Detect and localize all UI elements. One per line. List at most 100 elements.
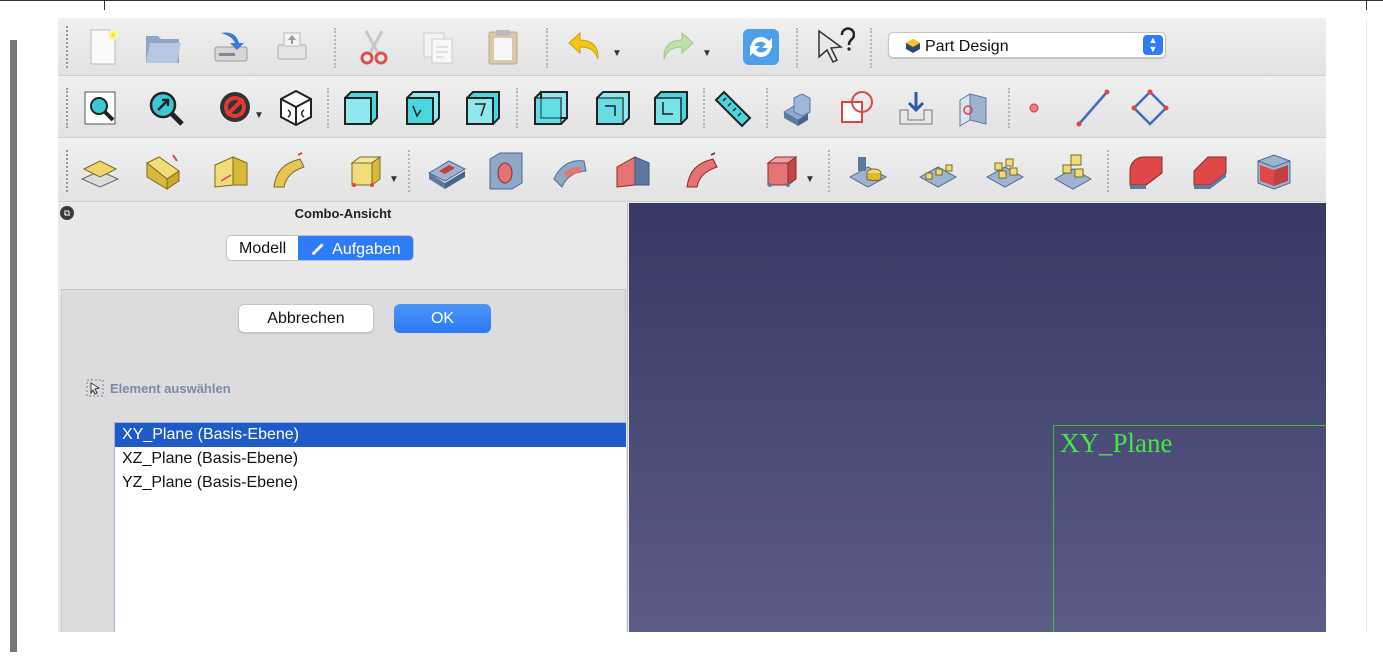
toolbar-separator: [334, 28, 336, 68]
tab-model[interactable]: Modell: [227, 236, 298, 260]
cancel-button[interactable]: Abbrechen: [238, 304, 374, 333]
3d-viewport[interactable]: XY_Plane: [629, 203, 1326, 632]
select-element-icon: [86, 379, 104, 397]
additive-primitive-dropdown-icon[interactable]: ▼: [389, 174, 399, 185]
draw-style-dropdown-icon[interactable]: ▼: [254, 110, 264, 121]
print-icon[interactable]: [272, 27, 312, 67]
partdesign-toolbar: ▼ ▼: [58, 138, 1326, 202]
toolbar-separator: [870, 28, 872, 68]
toolbar-grip[interactable]: [66, 26, 69, 68]
multi-transform-icon[interactable]: [1053, 151, 1093, 191]
top-view-icon[interactable]: [403, 88, 443, 128]
ok-button[interactable]: OK: [394, 304, 491, 333]
draft-icon[interactable]: [1254, 151, 1294, 191]
list-item-yz-plane[interactable]: YZ_Plane (Basis-Ebene): [115, 471, 626, 495]
line-icon[interactable]: [1073, 88, 1113, 128]
workbench-label: Part Design: [925, 38, 1009, 55]
paste-icon[interactable]: [483, 27, 523, 67]
toolbar-separator: [796, 28, 798, 68]
toolbar-separator: [516, 88, 518, 128]
file-toolbar: ▼ ▼ Part Design ▲ ▼: [58, 18, 1326, 76]
chamfer-icon[interactable]: [1190, 151, 1230, 191]
isometric-view-icon[interactable]: [276, 88, 316, 128]
redo-icon[interactable]: [656, 27, 696, 67]
page-top-border: [0, 0, 1383, 1]
combo-tabs: Modell Aufgaben: [226, 235, 414, 261]
pencil-icon: [312, 243, 324, 255]
toolbar-separator: [703, 88, 705, 128]
select-element-label: Element auswählen: [110, 380, 231, 396]
front-view-icon[interactable]: [341, 88, 381, 128]
fit-selection-icon[interactable]: [146, 88, 186, 128]
hole-icon[interactable]: [486, 151, 526, 191]
redo-dropdown-icon[interactable]: ▼: [702, 48, 712, 59]
combo-view-panel: ⧉ Combo-Ansicht Modell Aufgaben Abbreche…: [58, 203, 628, 632]
rear-view-icon[interactable]: [531, 88, 571, 128]
polar-pattern-icon[interactable]: [985, 151, 1025, 191]
groove-icon[interactable]: [550, 151, 590, 191]
list-item-xz-plane[interactable]: XZ_Plane (Basis-Ebene): [115, 447, 626, 471]
list-item-xy-plane[interactable]: XY_Plane (Basis-Ebene): [115, 423, 626, 447]
view-toolbar: ▼: [58, 76, 1326, 138]
plane-list: XY_Plane (Basis-Ebene) XZ_Plane (Basis-E…: [114, 422, 626, 632]
toolbar-separator: [327, 88, 329, 128]
page-divider: [1366, 0, 1367, 10]
right-margin-line: [1366, 20, 1367, 632]
chevron-updown-icon: ▲ ▼: [1143, 35, 1163, 55]
toolbar-grip[interactable]: [66, 150, 69, 192]
save-icon[interactable]: [211, 27, 251, 67]
xy-plane-preview[interactable]: XY_Plane: [1053, 425, 1326, 632]
refresh-icon[interactable]: [741, 27, 781, 67]
task-panel: Abbrechen OK Element auswählen XY_Plane …: [61, 289, 626, 632]
additive-pipe-icon[interactable]: [346, 151, 386, 191]
left-margin-bar: [10, 40, 17, 652]
undo-dropdown-icon[interactable]: ▼: [612, 48, 622, 59]
toolbar-separator: [766, 88, 768, 128]
mirrored-icon[interactable]: [848, 151, 888, 191]
page-divider: [104, 0, 105, 10]
subtractive-primitive-dropdown-icon[interactable]: ▼: [805, 174, 815, 185]
select-feature-header[interactable]: Element auswählen: [86, 378, 231, 398]
freecad-window: ▼ ▼ Part Design ▲ ▼ ▼ ▼ ▼ ⧉ Combo-Ansich…: [58, 18, 1326, 632]
open-folder-icon[interactable]: [143, 27, 183, 67]
combo-view-title: Combo-Ansicht: [294, 206, 392, 221]
subtractive-primitive-icon[interactable]: [762, 151, 802, 191]
fillet-icon[interactable]: [1126, 151, 1166, 191]
fit-all-icon[interactable]: [80, 88, 120, 128]
measure-icon[interactable]: [712, 88, 752, 128]
subtractive-loft-icon[interactable]: [613, 151, 653, 191]
part-icon[interactable]: [838, 88, 878, 128]
cut-icon[interactable]: [354, 27, 394, 67]
tab-tasks[interactable]: Aufgaben: [298, 236, 413, 260]
left-view-icon[interactable]: [651, 88, 691, 128]
whats-this-icon[interactable]: [815, 27, 855, 67]
revolution-icon[interactable]: [211, 151, 251, 191]
body-icon[interactable]: [778, 88, 818, 128]
new-sketch-icon[interactable]: [80, 151, 120, 191]
toolbar-separator: [546, 28, 548, 68]
clone-icon[interactable]: [956, 88, 996, 128]
plane-icon[interactable]: [1130, 88, 1170, 128]
undo-icon[interactable]: [566, 27, 606, 67]
new-document-icon[interactable]: [83, 27, 123, 67]
part-design-icon: [906, 39, 920, 53]
link-icon[interactable]: [896, 88, 936, 128]
toolbar-separator: [1008, 88, 1010, 128]
subtractive-pipe-icon[interactable]: [681, 151, 721, 191]
toolbar-separator: [408, 150, 410, 192]
toolbar-separator: [828, 150, 830, 192]
point-icon[interactable]: [1014, 88, 1054, 128]
xy-plane-label: XY_Plane: [1060, 428, 1173, 458]
toolbar-separator: [1107, 150, 1109, 192]
draw-style-icon[interactable]: [216, 88, 256, 128]
pocket-icon[interactable]: [427, 151, 467, 191]
copy-icon[interactable]: [418, 27, 458, 67]
additive-loft-icon[interactable]: [268, 151, 308, 191]
pad-icon[interactable]: [143, 151, 183, 191]
linear-pattern-icon[interactable]: [918, 151, 958, 191]
toolbar-grip[interactable]: [66, 88, 69, 128]
right-view-icon[interactable]: [463, 88, 503, 128]
tab-tasks-label: Aufgaben: [332, 240, 401, 258]
bottom-view-icon[interactable]: [593, 88, 633, 128]
workbench-selector[interactable]: Part Design ▲ ▼: [888, 32, 1166, 58]
